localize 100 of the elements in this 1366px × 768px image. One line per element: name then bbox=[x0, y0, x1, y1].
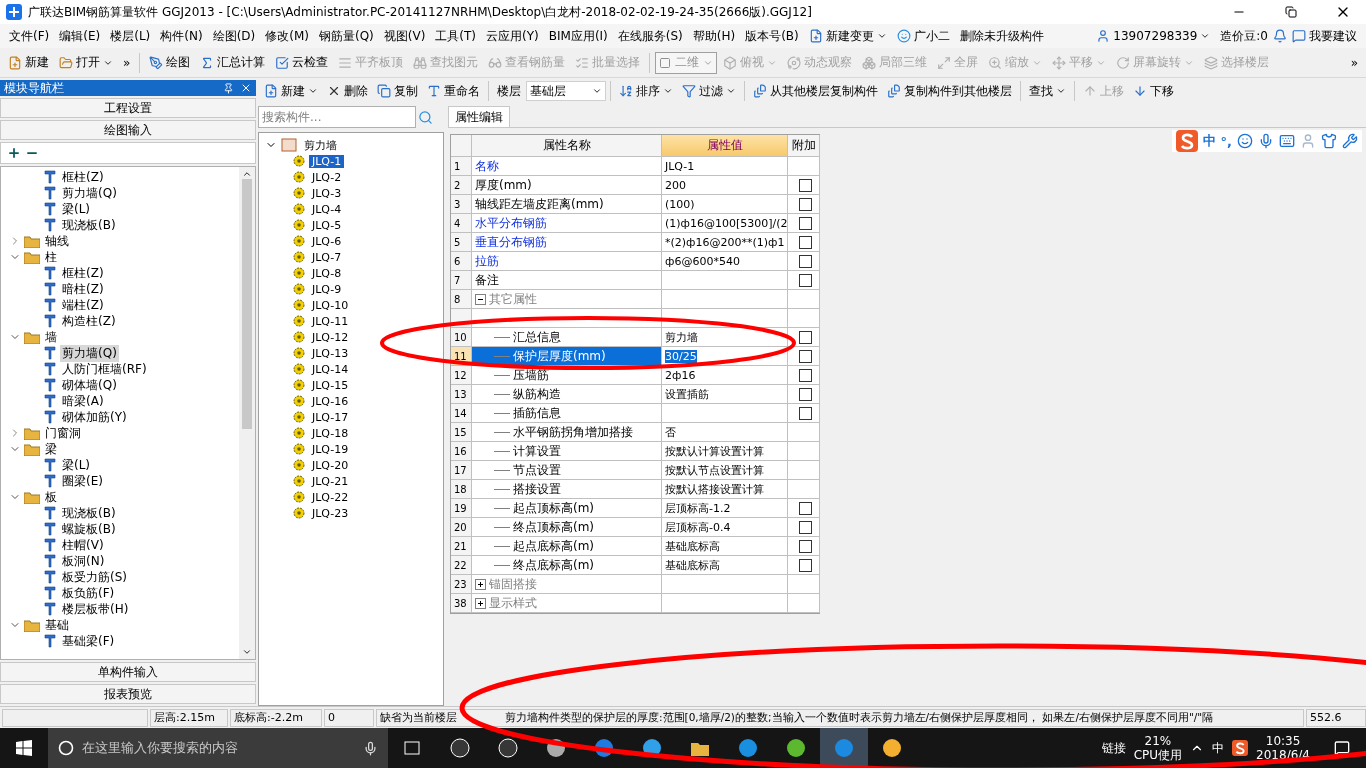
tree-folder[interactable]: 板 bbox=[43, 488, 59, 506]
toolbar-button[interactable]: 下移 bbox=[1129, 80, 1178, 102]
toolbar-button[interactable]: 复制构件到其他楼层 bbox=[883, 80, 1016, 102]
selected-row-highlight[interactable]: 保护层厚度(mm) bbox=[472, 347, 662, 366]
toolbar-button[interactable]: 过滤 bbox=[678, 80, 740, 102]
search-icon[interactable] bbox=[418, 109, 433, 125]
checkbox[interactable] bbox=[798, 558, 812, 572]
component-item[interactable]: JLQ-12 bbox=[309, 330, 352, 344]
search-field[interactable]: 搜索构件... bbox=[258, 106, 416, 128]
toolbar-button[interactable]: 删除 bbox=[323, 80, 372, 102]
close-icon[interactable] bbox=[240, 82, 252, 94]
checkbox[interactable] bbox=[798, 178, 812, 192]
links-label[interactable]: 链接 bbox=[1101, 739, 1126, 757]
tree-item[interactable]: 现浇板(B) bbox=[60, 504, 118, 522]
section-button[interactable]: 单构件输入 bbox=[0, 662, 256, 682]
toolbar-button[interactable]: 打开 bbox=[55, 52, 117, 73]
property-value[interactable]: 基础底标高 bbox=[665, 557, 720, 573]
component-item[interactable]: JLQ-8 bbox=[309, 266, 345, 280]
toolbar-button[interactable]: 新建 bbox=[260, 80, 322, 102]
property-value[interactable]: 设置插筋 bbox=[665, 386, 709, 402]
tree-item[interactable]: 板负筋(F) bbox=[60, 584, 117, 602]
tree-folder[interactable]: 轴线 bbox=[43, 232, 71, 250]
menu-item[interactable]: 楼层(L) bbox=[105, 25, 156, 47]
component-item[interactable]: JLQ-18 bbox=[309, 426, 352, 440]
component-item[interactable]: JLQ-6 bbox=[309, 234, 345, 248]
toolbar-button[interactable]: 新建 bbox=[4, 52, 53, 73]
checkbox[interactable] bbox=[798, 216, 812, 230]
menu-item[interactable]: 删除未升级构件 bbox=[954, 25, 1049, 47]
property-value[interactable]: 按默认计算设置计算 bbox=[665, 443, 764, 459]
component-item[interactable]: JLQ-9 bbox=[309, 282, 345, 296]
tree-item[interactable]: 端柱(Z) bbox=[60, 296, 106, 314]
component-item[interactable]: JLQ-17 bbox=[309, 410, 352, 424]
property-value[interactable]: 剪力墙 bbox=[665, 329, 698, 345]
tree-item[interactable]: 框柱(Z) bbox=[60, 168, 106, 186]
tree-item[interactable]: 板洞(N) bbox=[60, 552, 107, 570]
component-item[interactable]: JLQ-2 bbox=[309, 170, 345, 184]
tree-folder[interactable]: 梁 bbox=[43, 440, 59, 458]
menu-item[interactable]: 文件(F) bbox=[4, 25, 55, 47]
menu-item[interactable]: 帮助(H) bbox=[687, 25, 741, 47]
toolbar-button[interactable]: 从其他楼层复制构件 bbox=[749, 80, 882, 102]
component-item[interactable]: JLQ-13 bbox=[309, 346, 352, 360]
menu-item[interactable]: 新建变更 bbox=[803, 25, 892, 47]
component-item[interactable]: JLQ-21 bbox=[309, 474, 352, 488]
property-value[interactable]: 按默认搭接设置计算 bbox=[665, 481, 764, 497]
overflow-button[interactable]: » bbox=[1346, 53, 1362, 72]
scrollbar[interactable] bbox=[239, 167, 255, 659]
expand-icon[interactable] bbox=[475, 578, 486, 590]
property-value[interactable]: 基础底标高 bbox=[665, 538, 720, 554]
property-value[interactable]: 层顶标高-0.4 bbox=[665, 519, 731, 535]
menu-item[interactable]: 编辑(E) bbox=[54, 25, 106, 47]
section-button[interactable]: 报表预览 bbox=[0, 684, 256, 704]
property-value[interactable]: (100) bbox=[665, 197, 695, 211]
section-button[interactable]: 工程设置 bbox=[0, 98, 256, 118]
expand-all-icon[interactable] bbox=[7, 146, 21, 160]
tree-item[interactable]: 梁(L) bbox=[60, 200, 93, 218]
toolbar-button[interactable]: 查找 bbox=[1025, 80, 1070, 102]
ime-punctuation[interactable]: °, bbox=[1220, 133, 1232, 149]
toolbar-button[interactable]: 云检查 bbox=[271, 52, 333, 73]
tree-item[interactable]: 现浇板(B) bbox=[60, 216, 118, 234]
menu-item[interactable]: BIM应用(I) bbox=[543, 25, 613, 47]
component-item[interactable]: JLQ-20 bbox=[309, 458, 352, 472]
menu-item[interactable]: 修改(M) bbox=[260, 25, 314, 47]
floor-select[interactable]: 基础层 bbox=[526, 81, 606, 101]
component-item[interactable]: JLQ-16 bbox=[309, 394, 352, 408]
ime-logo-icon[interactable] bbox=[1232, 740, 1249, 756]
section-button[interactable]: 绘图输入 bbox=[0, 120, 256, 140]
component-item[interactable]: JLQ-1 bbox=[309, 154, 345, 168]
clock-time[interactable]: 10:35 bbox=[1265, 733, 1301, 748]
collapse-icon[interactable] bbox=[475, 293, 486, 305]
property-value[interactable]: JLQ-1 bbox=[665, 159, 695, 173]
taskbar-search[interactable]: 在这里输入你要搜索的内容 bbox=[48, 728, 388, 768]
menu-item[interactable]: 工具(T) bbox=[430, 25, 482, 47]
checkbox[interactable] bbox=[798, 539, 812, 553]
tree-item[interactable]: 剪力墙(Q) bbox=[60, 184, 119, 202]
property-value[interactable]: ф6@600*540 bbox=[665, 254, 740, 268]
checkbox[interactable] bbox=[798, 501, 812, 515]
suggest-button[interactable]: 我要建议 bbox=[1287, 25, 1362, 47]
tree-item[interactable]: 人防门框墙(RF) bbox=[60, 360, 149, 378]
tree-item[interactable]: 暗梁(A) bbox=[60, 392, 106, 410]
component-item[interactable]: JLQ-7 bbox=[309, 250, 345, 264]
checkbox[interactable] bbox=[798, 254, 812, 268]
checkbox[interactable] bbox=[798, 349, 812, 363]
component-item[interactable]: JLQ-23 bbox=[309, 506, 352, 520]
component-item[interactable]: JLQ-3 bbox=[309, 186, 345, 200]
tree-item[interactable]: 梁(L) bbox=[60, 456, 93, 474]
menu-item[interactable]: 云应用(Y) bbox=[481, 25, 544, 47]
checkbox[interactable] bbox=[798, 235, 812, 249]
account-button[interactable]: 13907298339 bbox=[1091, 27, 1216, 45]
overflow-button[interactable]: » bbox=[119, 53, 135, 72]
toolbar-button[interactable]: 重命名 bbox=[423, 80, 484, 102]
tree-folder[interactable]: 墙 bbox=[43, 328, 59, 346]
component-item[interactable]: JLQ-4 bbox=[309, 202, 345, 216]
checkbox[interactable] bbox=[798, 387, 812, 401]
menu-item[interactable]: 绘图(D) bbox=[207, 25, 261, 47]
ime-language[interactable]: 中 bbox=[1202, 132, 1216, 150]
menu-item[interactable]: 在线服务(S) bbox=[612, 25, 688, 47]
pin-icon[interactable] bbox=[223, 82, 234, 94]
tree-item[interactable]: 框柱(Z) bbox=[60, 264, 106, 282]
toolbar-button[interactable]: 绘图 bbox=[145, 52, 195, 73]
checkbox[interactable] bbox=[798, 406, 812, 420]
